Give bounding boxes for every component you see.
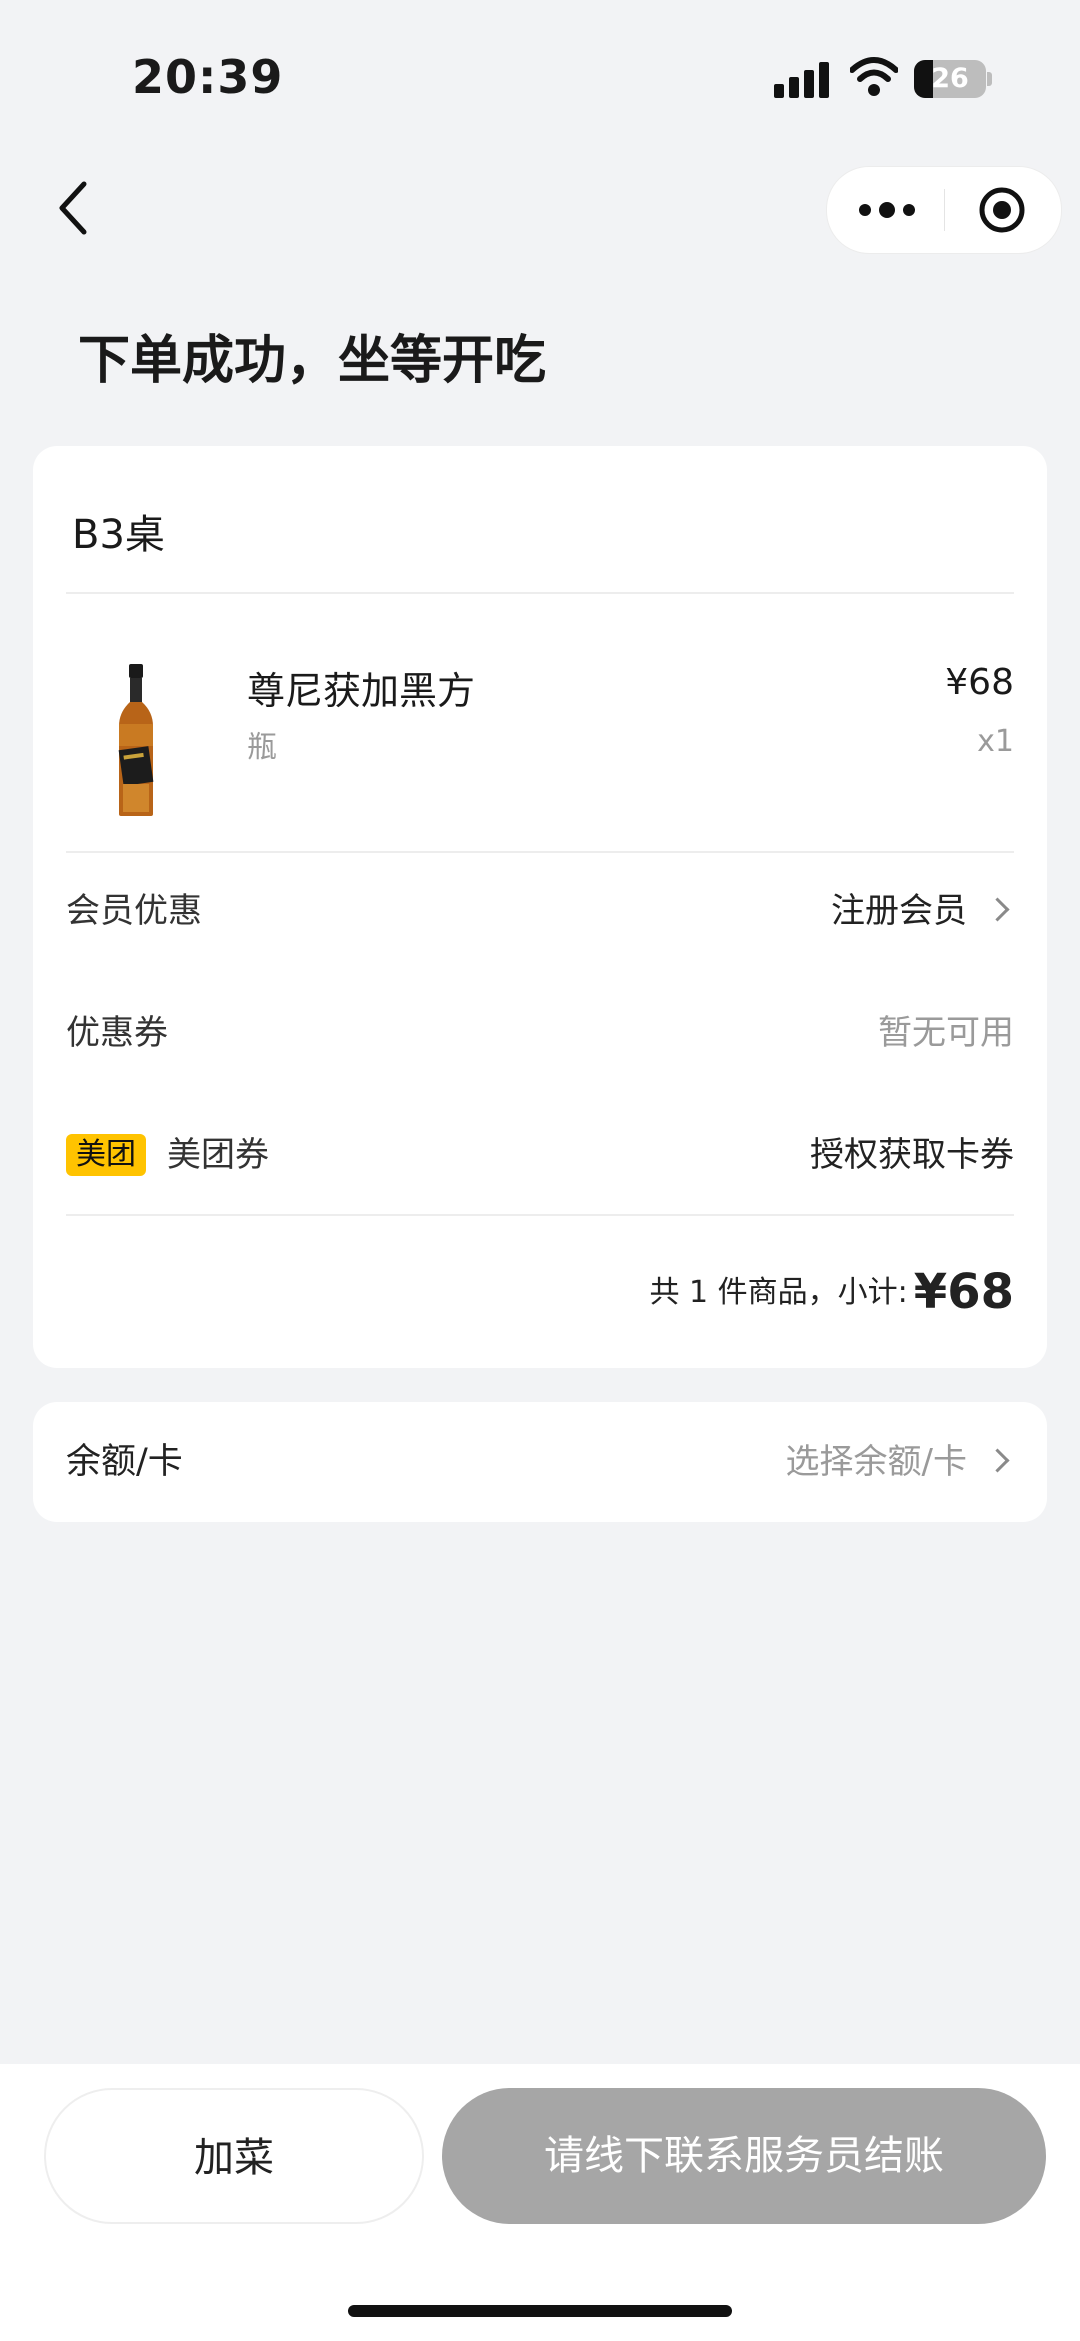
meituan-coupon-label: 美团券 — [167, 1135, 269, 1175]
subtotal-amount: ¥68 — [913, 1264, 1014, 1320]
register-member-text: 注册会员 — [831, 891, 967, 931]
select-balance-text: 选择余额/卡 — [785, 1442, 967, 1482]
summary-text: 共 1 件商品，小计: — [649, 1275, 908, 1310]
meituan-badge: 美团 — [66, 1134, 146, 1176]
battery-icon: 26 — [914, 60, 986, 98]
coupon-value: 暂无可用 — [878, 1013, 1014, 1053]
balance-label: 余额/卡 — [66, 1442, 183, 1482]
page-title: 下单成功，坐等开吃 — [78, 331, 547, 391]
chevron-right-icon — [985, 1448, 1010, 1473]
cellular-signal-icon — [774, 62, 830, 98]
product-unit: 瓶 — [247, 730, 277, 765]
balance-card-row[interactable]: 余额/卡 选择余额/卡 — [33, 1402, 1047, 1522]
member-discount-label: 会员优惠 — [66, 891, 202, 931]
product-image[interactable] — [113, 664, 159, 816]
target-icon[interactable] — [945, 167, 1061, 253]
chevron-right-icon — [985, 897, 1010, 922]
coupon-label: 优惠券 — [66, 1013, 168, 1053]
add-dish-button[interactable]: 加菜 — [44, 2088, 424, 2224]
table-number: B3桌 — [72, 512, 165, 558]
home-indicator — [348, 2305, 732, 2317]
battery-tip — [987, 72, 992, 86]
more-dots-icon[interactable] — [827, 167, 944, 253]
product-price: ¥68 — [945, 662, 1014, 703]
status-time: 20:39 — [132, 50, 284, 104]
register-member-link[interactable]: 注册会员 — [831, 890, 1014, 932]
product-quantity: x1 — [977, 724, 1014, 759]
divider — [66, 592, 1014, 594]
order-card: B3桌 尊尼获加黑方 瓶 ¥68 x1 会员优惠 注册会员 优惠券 暂无可用 美… — [33, 446, 1047, 1368]
divider — [66, 1214, 1014, 1216]
battery-percent: 26 — [931, 63, 969, 94]
back-chevron-icon[interactable] — [52, 178, 96, 238]
miniprogram-capsule — [826, 166, 1062, 254]
order-summary: 共 1 件商品，小计: ¥68 — [650, 1264, 1014, 1320]
checkout-button[interactable]: 请线下联系服务员结账 — [442, 2088, 1046, 2224]
wifi-icon — [850, 57, 898, 96]
select-balance-link[interactable]: 选择余额/卡 — [786, 1440, 1014, 1484]
divider — [66, 851, 1014, 853]
authorize-coupon-link[interactable]: 授权获取卡券 — [810, 1134, 1014, 1176]
product-name: 尊尼获加黑方 — [247, 669, 476, 713]
